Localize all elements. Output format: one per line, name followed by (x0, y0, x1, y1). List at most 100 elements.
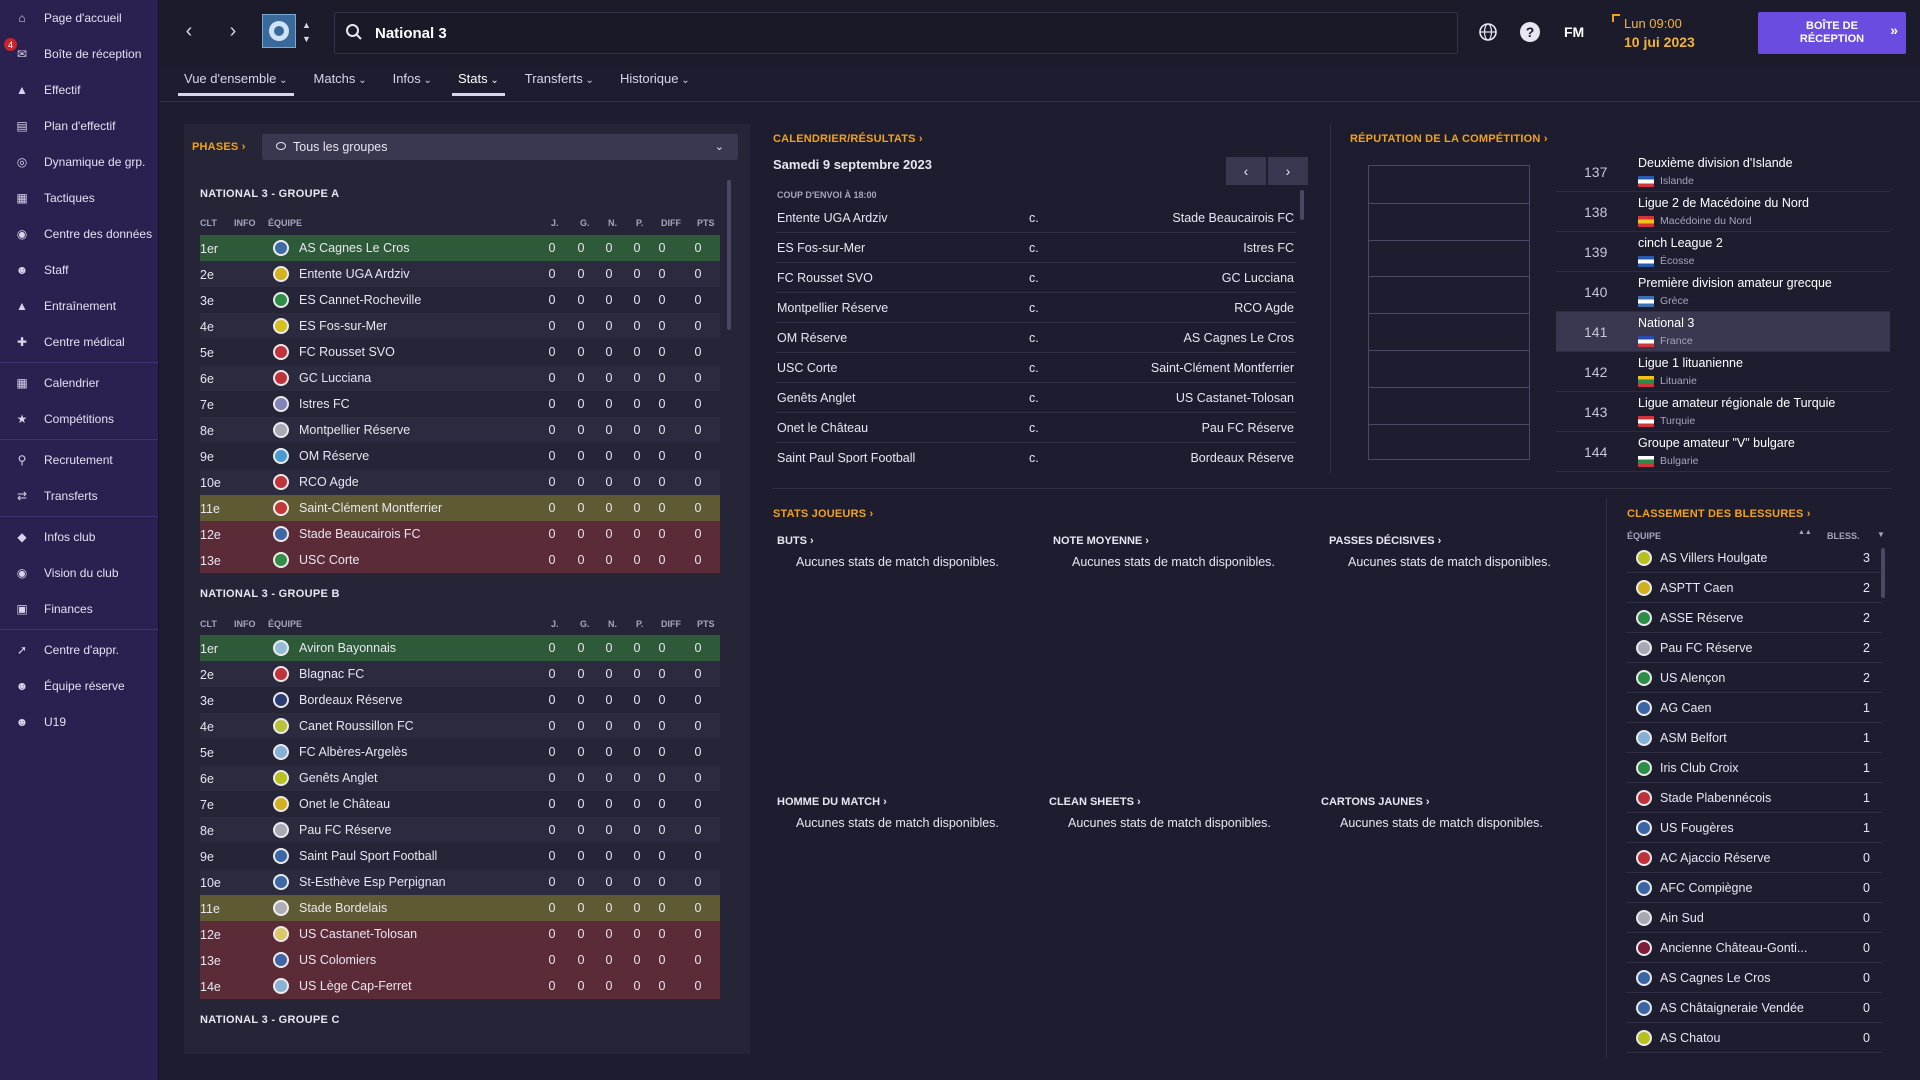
fixture-row[interactable]: ES Fos-sur-Mer c. Istres FC (776, 233, 1296, 263)
team-name[interactable]: USC Corte (299, 553, 359, 567)
table-header-l[interactable]: P. (636, 619, 643, 629)
competition-name[interactable]: National 3 (1638, 316, 1694, 330)
injury-row[interactable]: AS Villers Houlgate 3 (1626, 543, 1882, 573)
sidebar-item-home[interactable]: ⌂ Page d'accueil (0, 0, 158, 36)
table-header-gd[interactable]: DIFF (661, 619, 681, 629)
fixtures-scrollbar[interactable] (1300, 190, 1304, 220)
injury-row[interactable]: ASM Belfort 1 (1626, 723, 1882, 753)
stat-category-link[interactable]: HOMME DU MATCH › (777, 796, 887, 808)
table-header-w[interactable]: G. (580, 218, 590, 228)
home-team[interactable]: Entente UGA Ardziv (777, 211, 887, 225)
search-bar[interactable]: National 3 (334, 12, 1458, 54)
team-name[interactable]: US Colomiers (299, 953, 376, 967)
sidebar-item-clipboard[interactable]: ▤ Plan d'effectif (0, 108, 158, 144)
table-row[interactable]: 10e RCO Agde 0 0 0 0 0 0 (200, 469, 720, 495)
injury-row[interactable]: AG Caen 1 (1626, 693, 1882, 723)
team-name[interactable]: Stade Beaucairois FC (299, 527, 421, 541)
team-name[interactable]: Saint-Clément Montferrier (299, 501, 442, 515)
table-row[interactable]: 10e St-Esthève Esp Perpignan 0 0 0 0 0 0 (200, 869, 720, 895)
home-team[interactable]: Genêts Anglet (777, 391, 856, 405)
stat-category-link[interactable]: CARTONS JAUNES › (1321, 796, 1430, 808)
injury-row[interactable]: Pau FC Réserve 2 (1626, 633, 1882, 663)
sidebar-item-group-dynamics[interactable]: ◎ Dynamique de grp. (0, 144, 158, 180)
injury-row[interactable]: AC Ajaccio Réserve 0 (1626, 843, 1882, 873)
table-row[interactable]: 12e US Castanet-Tolosan 0 0 0 0 0 0 (200, 921, 720, 947)
fixture-row[interactable]: Saint Paul Sport Football c. Bordeaux Rése… (776, 443, 1296, 463)
stat-category-link[interactable]: NOTE MOYENNE › (1053, 535, 1149, 547)
help-icon[interactable]: ? (1520, 22, 1540, 42)
reputation-row[interactable]: 140 Première division amateur grecque Grèc… (1556, 272, 1890, 312)
team-name[interactable]: AS Châtaigneraie Vendée (1660, 1001, 1804, 1015)
table-row[interactable]: 2e Blagnac FC 0 0 0 0 0 0 (200, 661, 720, 687)
team-name[interactable]: US Alençon (1660, 671, 1725, 685)
previous-date-button[interactable]: ‹ (1226, 157, 1266, 185)
sidebar-item-club-shield[interactable]: ◆ Infos club (0, 519, 158, 555)
team-name[interactable]: AS Cagnes Le Cros (1660, 971, 1770, 985)
fixtures-link[interactable]: CALENDRIER/RÉSULTATS › (773, 133, 923, 145)
table-header-team[interactable]: ÉQUIPE (268, 619, 302, 629)
team-name[interactable]: Genêts Anglet (299, 771, 378, 785)
sidebar-item-tactics-board[interactable]: ▦ Tactiques (0, 180, 158, 216)
away-team[interactable]: Saint-Clément Montferrier (1151, 361, 1294, 375)
home-team[interactable]: ES Fos-sur-Mer (777, 241, 865, 255)
table-row[interactable]: 8e Pau FC Réserve 0 0 0 0 0 0 (200, 817, 720, 843)
team-name[interactable]: ASPTT Caen (1660, 581, 1733, 595)
table-header-pos[interactable]: CLT (200, 218, 217, 228)
table-row[interactable]: 1er AS Cagnes Le Cros 0 0 0 0 0 0 (200, 235, 720, 261)
injury-row[interactable]: ASPTT Caen 2 (1626, 573, 1882, 603)
reputation-row[interactable]: 144 Groupe amateur "V" bulgare Bulgarie (1556, 432, 1890, 472)
table-row[interactable]: 6e GC Lucciana 0 0 0 0 0 0 (200, 365, 720, 391)
fm-logo[interactable]: FM (1564, 24, 1584, 40)
table-row[interactable]: 6e Genêts Anglet 0 0 0 0 0 0 (200, 765, 720, 791)
away-team[interactable]: Stade Beaucairois FC (1172, 211, 1294, 225)
table-header-d[interactable]: N. (608, 218, 617, 228)
home-team[interactable]: Onet le Château (777, 421, 868, 435)
table-row[interactable]: 3e ES Cannet-Rocheville 0 0 0 0 0 0 (200, 287, 720, 313)
globe-icon[interactable] (1478, 22, 1498, 47)
injury-row[interactable]: ASSE Réserve 2 (1626, 603, 1882, 633)
sidebar-item-shirt[interactable]: ▲ Effectif (0, 72, 158, 108)
table-row[interactable]: 14e US Lège Cap-Ferret 0 0 0 0 0 0 (200, 973, 720, 999)
sort-down-icon[interactable]: ▼ (1877, 530, 1885, 539)
fixture-row[interactable]: OM Réserve c. AS Cagnes Le Cros (776, 323, 1296, 353)
team-name[interactable]: US Fougères (1660, 821, 1734, 835)
injury-row[interactable]: Ancienne Château-Gonti... 0 (1626, 933, 1882, 963)
injury-row[interactable]: US Alençon 2 (1626, 663, 1882, 693)
table-row[interactable]: 4e Canet Roussillon FC 0 0 0 0 0 0 (200, 713, 720, 739)
team-name[interactable]: AS Cagnes Le Cros (299, 241, 409, 255)
table-row[interactable]: 9e Saint Paul Sport Football 0 0 0 0 0 0 (200, 843, 720, 869)
injury-table-link[interactable]: CLASSEMENT DES BLESSURES › (1627, 508, 1811, 520)
team-name[interactable]: RCO Agde (299, 475, 359, 489)
team-name[interactable]: US Lège Cap-Ferret (299, 979, 412, 993)
back-arrow-icon[interactable]: ‹ (174, 16, 204, 46)
table-row[interactable]: 2e Entente UGA Ardziv 0 0 0 0 0 0 (200, 261, 720, 287)
away-team[interactable]: GC Lucciana (1222, 271, 1294, 285)
team-name[interactable]: ASSE Réserve (1660, 611, 1743, 625)
team-name[interactable]: Canet Roussillon FC (299, 719, 414, 733)
reputation-link[interactable]: RÉPUTATION DE LA COMPÉTITION › (1350, 133, 1548, 145)
team-name[interactable]: Saint Paul Sport Football (299, 849, 437, 863)
competition-name[interactable]: Ligue amateur régionale de Turquie (1638, 396, 1835, 410)
team-name[interactable]: Montpellier Réserve (299, 423, 410, 437)
table-header-d[interactable]: N. (608, 619, 617, 629)
team-name[interactable]: Ain Sud (1660, 911, 1704, 925)
sidebar-item-calendar[interactable]: ▦ Calendrier (0, 365, 158, 401)
fixture-row[interactable]: Genêts Anglet c. US Castanet-Tolosan (776, 383, 1296, 413)
fixture-row[interactable]: USC Corte c. Saint-Clément Montferrier (776, 353, 1296, 383)
away-team[interactable]: AS Cagnes Le Cros (1184, 331, 1294, 345)
table-header-info[interactable]: INFO (234, 619, 256, 629)
table-row[interactable]: 11e Stade Bordelais 0 0 0 0 0 0 (200, 895, 720, 921)
tab-2[interactable]: Infos ⌄ (387, 66, 438, 96)
table-row[interactable]: 13e USC Corte 0 0 0 0 0 0 (200, 547, 720, 573)
phases-link[interactable]: PHASES › (192, 141, 246, 153)
team-name[interactable]: St-Esthève Esp Perpignan (299, 875, 446, 889)
table-row[interactable]: 4e ES Fos-sur-Mer 0 0 0 0 0 0 (200, 313, 720, 339)
team-name[interactable]: Blagnac FC (299, 667, 364, 681)
team-name[interactable]: Pau FC Réserve (1660, 641, 1752, 655)
table-row[interactable]: 7e Istres FC 0 0 0 0 0 0 (200, 391, 720, 417)
sidebar-item-academy-shoe[interactable]: ➚ Centre d'appr. (0, 632, 158, 668)
home-team[interactable]: Saint Paul Sport Football (777, 451, 915, 463)
fixture-row[interactable]: Montpellier Réserve c. RCO Agde (776, 293, 1296, 323)
injury-row[interactable]: AFC Compiègne 0 (1626, 873, 1882, 903)
reputation-row[interactable]: 137 Deuxième division d'Islande Islande (1556, 152, 1890, 192)
